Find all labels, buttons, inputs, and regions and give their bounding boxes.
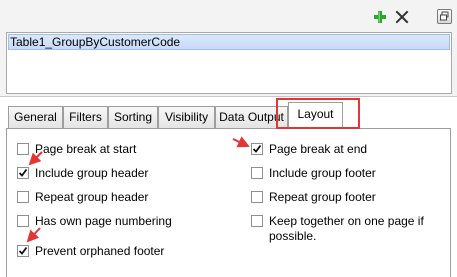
- restore-window-button[interactable]: [437, 9, 452, 24]
- page-break-at-start-checkbox[interactable]: [17, 143, 29, 155]
- has-own-page-numbering-label: Has own page numbering: [35, 214, 172, 228]
- tab-filters-label: Filters: [69, 110, 102, 124]
- repeat-group-footer-option[interactable]: Repeat group footer: [251, 190, 376, 205]
- has-own-page-numbering-option[interactable]: Has own page numbering: [17, 214, 172, 229]
- tab-general[interactable]: General: [8, 106, 63, 128]
- group-list-panel: Table1_GroupByCustomerCode: [0, 0, 457, 96]
- tab-data-output-label: Data Output: [219, 110, 284, 124]
- page-break-at-start-label: Page break at start: [35, 142, 137, 156]
- include-group-footer-checkbox[interactable]: [251, 167, 263, 179]
- tab-filters[interactable]: Filters: [63, 106, 108, 128]
- keep-together-checkbox[interactable]: [251, 215, 263, 227]
- include-group-footer-option[interactable]: Include group footer: [251, 166, 376, 181]
- page-break-at-end-label: Page break at end: [269, 142, 368, 156]
- panel-divider: [0, 96, 457, 97]
- tab-strip: General Filters Sorting Visibility Data …: [0, 102, 457, 129]
- layout-tab-panel: Page break at start Include group header…: [6, 128, 451, 277]
- tab-data-output[interactable]: Data Output: [215, 106, 288, 128]
- repeat-group-header-checkbox[interactable]: [17, 191, 29, 203]
- tab-visibility[interactable]: Visibility: [158, 106, 215, 128]
- prevent-orphaned-footer-checkbox[interactable]: [17, 245, 29, 257]
- repeat-group-footer-checkbox[interactable]: [251, 191, 263, 203]
- keep-together-label: Keep together on one page if possible.: [269, 214, 424, 243]
- green-plus-icon: [374, 11, 386, 23]
- checkmark-icon: [252, 144, 262, 153]
- page-break-at-start-option[interactable]: Page break at start: [17, 142, 136, 157]
- x-delete-icon: [395, 10, 409, 24]
- page-break-at-end-option[interactable]: Page break at end: [251, 142, 367, 157]
- tab-sorting[interactable]: Sorting: [108, 106, 158, 128]
- checkmark-icon: [18, 168, 28, 177]
- tab-layout-label: Layout: [297, 107, 334, 121]
- prevent-orphaned-footer-label: Prevent orphaned footer: [35, 244, 165, 258]
- add-group-button[interactable]: [372, 9, 388, 25]
- tab-general-label: General: [14, 110, 57, 124]
- has-own-page-numbering-checkbox[interactable]: [17, 215, 29, 227]
- tab-layout[interactable]: Layout: [288, 102, 343, 129]
- include-group-header-checkbox[interactable]: [17, 167, 29, 179]
- page-break-at-end-checkbox[interactable]: [251, 143, 263, 155]
- group-list[interactable]: Table1_GroupByCustomerCode: [6, 32, 452, 94]
- repeat-group-header-label: Repeat group header: [35, 190, 149, 204]
- include-group-header-option[interactable]: Include group header: [17, 166, 148, 181]
- delete-group-button[interactable]: [394, 9, 410, 25]
- tab-visibility-label: Visibility: [164, 110, 209, 124]
- prevent-orphaned-footer-option[interactable]: Prevent orphaned footer: [17, 244, 164, 259]
- repeat-group-header-option[interactable]: Repeat group header: [17, 190, 148, 205]
- include-group-footer-label: Include group footer: [269, 166, 376, 180]
- checkmark-icon: [18, 246, 28, 255]
- keep-together-option[interactable]: Keep together on one page if possible.: [251, 214, 439, 244]
- repeat-group-footer-label: Repeat group footer: [269, 190, 376, 204]
- group-list-item[interactable]: Table1_GroupByCustomerCode: [8, 34, 450, 50]
- tab-sorting-label: Sorting: [113, 110, 153, 124]
- include-group-header-label: Include group header: [35, 166, 149, 180]
- restore-window-icon: [440, 11, 449, 21]
- group-toolbar: [0, 0, 457, 32]
